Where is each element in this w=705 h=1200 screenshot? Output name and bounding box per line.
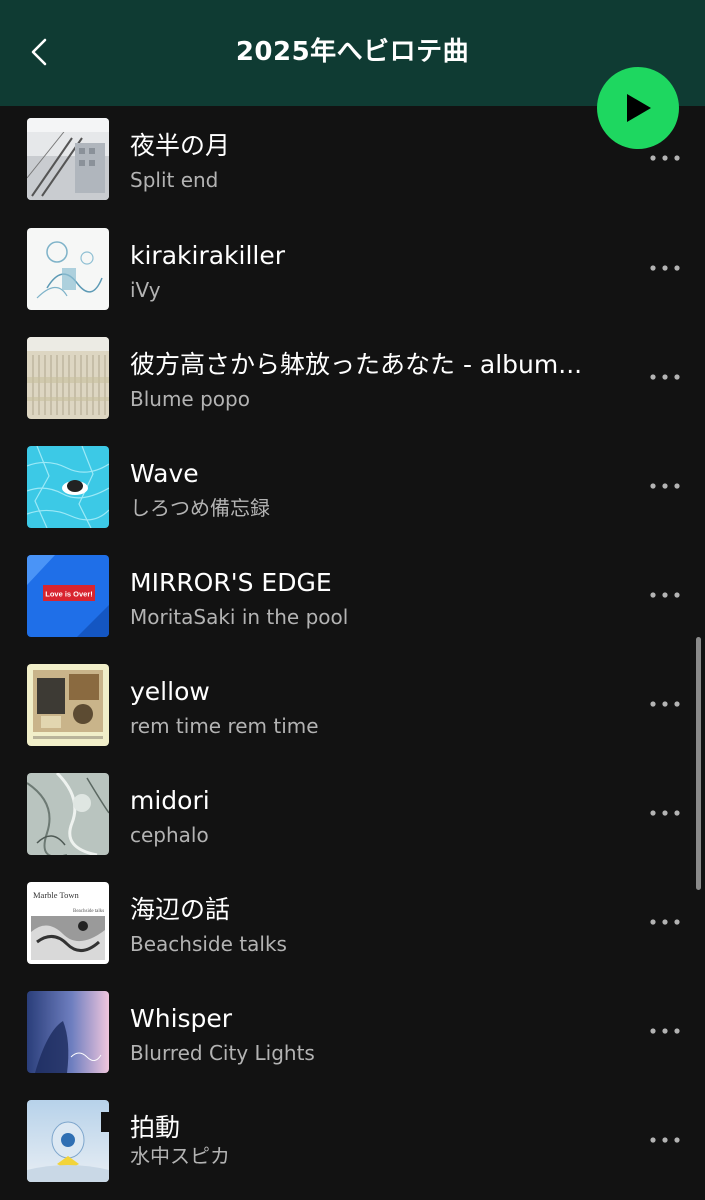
track-title: MIRROR'S EDGE	[130, 568, 332, 597]
scrollbar[interactable]	[696, 637, 701, 890]
more-options-icon[interactable]	[645, 583, 685, 607]
track-artist: rem time rem time	[130, 714, 319, 738]
page-title: 2025年へビロテ曲	[235, 37, 470, 67]
more-options-icon[interactable]	[645, 146, 685, 170]
header-bar: 2025年へビロテ曲	[0, 0, 705, 106]
track-title: Wave	[130, 459, 199, 488]
album-art	[27, 773, 109, 855]
track-title: midori	[130, 786, 210, 815]
track-artist: cephalo	[130, 823, 209, 847]
track-title: kirakirakiller	[130, 241, 286, 270]
track-title: yellow	[130, 677, 210, 706]
track-artist: しろつめ備忘録	[130, 496, 270, 520]
play-icon	[627, 94, 651, 122]
album-art-label: Marble Town	[33, 890, 80, 900]
more-options-icon[interactable]	[645, 1128, 685, 1152]
track-row[interactable]: Wave しろつめ備忘録	[0, 436, 705, 545]
track-row[interactable]: 彼方高さから躰放ったあなた - album... Blume popo	[0, 327, 705, 436]
album-art	[27, 337, 109, 419]
track-artist: Beachside talks	[130, 932, 287, 956]
album-art	[27, 118, 109, 200]
track-artist: Blume popo	[130, 387, 250, 411]
more-options-icon[interactable]	[645, 1019, 685, 1043]
track-artist: 水中スピカ	[130, 1144, 230, 1168]
track-artist: MoritaSaki in the pool	[130, 605, 349, 629]
track-title: Whisper	[130, 1004, 233, 1033]
more-options-icon[interactable]	[645, 692, 685, 716]
album-art: Marble Town Beachside talks	[27, 882, 109, 964]
track-title: 夜半の月	[130, 131, 231, 160]
track-row[interactable]: 夜半の月 Split end	[0, 108, 705, 217]
track-title: 彼方高さから躰放ったあなた - album...	[130, 350, 583, 379]
track-artist: Blurred City Lights	[130, 1041, 315, 1065]
more-options-icon[interactable]	[645, 256, 685, 280]
track-row[interactable]: 拍動 水中スピカ	[0, 1090, 705, 1199]
album-art	[27, 1100, 109, 1182]
album-art: Love is Over!	[27, 555, 109, 637]
album-art	[27, 446, 109, 528]
track-row[interactable]: yellow rem time rem time	[0, 654, 705, 763]
album-art	[27, 228, 109, 310]
more-options-icon[interactable]	[645, 474, 685, 498]
track-title: 海辺の話	[130, 895, 231, 924]
track-artist: iVy	[130, 278, 161, 302]
album-art	[27, 664, 109, 746]
album-art-label: Love is Over!	[45, 590, 93, 599]
album-art	[27, 991, 109, 1073]
track-row[interactable]: kirakirakiller iVy	[0, 218, 705, 327]
more-options-icon[interactable]	[645, 365, 685, 389]
more-options-icon[interactable]	[645, 910, 685, 934]
track-artist: Split end	[130, 168, 219, 192]
more-options-icon[interactable]	[645, 801, 685, 825]
play-button[interactable]	[597, 67, 679, 149]
track-row[interactable]: Marble Town Beachside talks 海辺の話 Beachsi…	[0, 872, 705, 981]
track-title: 拍動	[130, 1113, 181, 1142]
album-art-label: Beachside talks	[73, 909, 104, 914]
track-row[interactable]: midori cephalo	[0, 763, 705, 872]
track-row[interactable]: Love is Over! MIRROR'S EDGE MoritaSaki i…	[0, 545, 705, 654]
track-row[interactable]: Whisper Blurred City Lights	[0, 981, 705, 1090]
